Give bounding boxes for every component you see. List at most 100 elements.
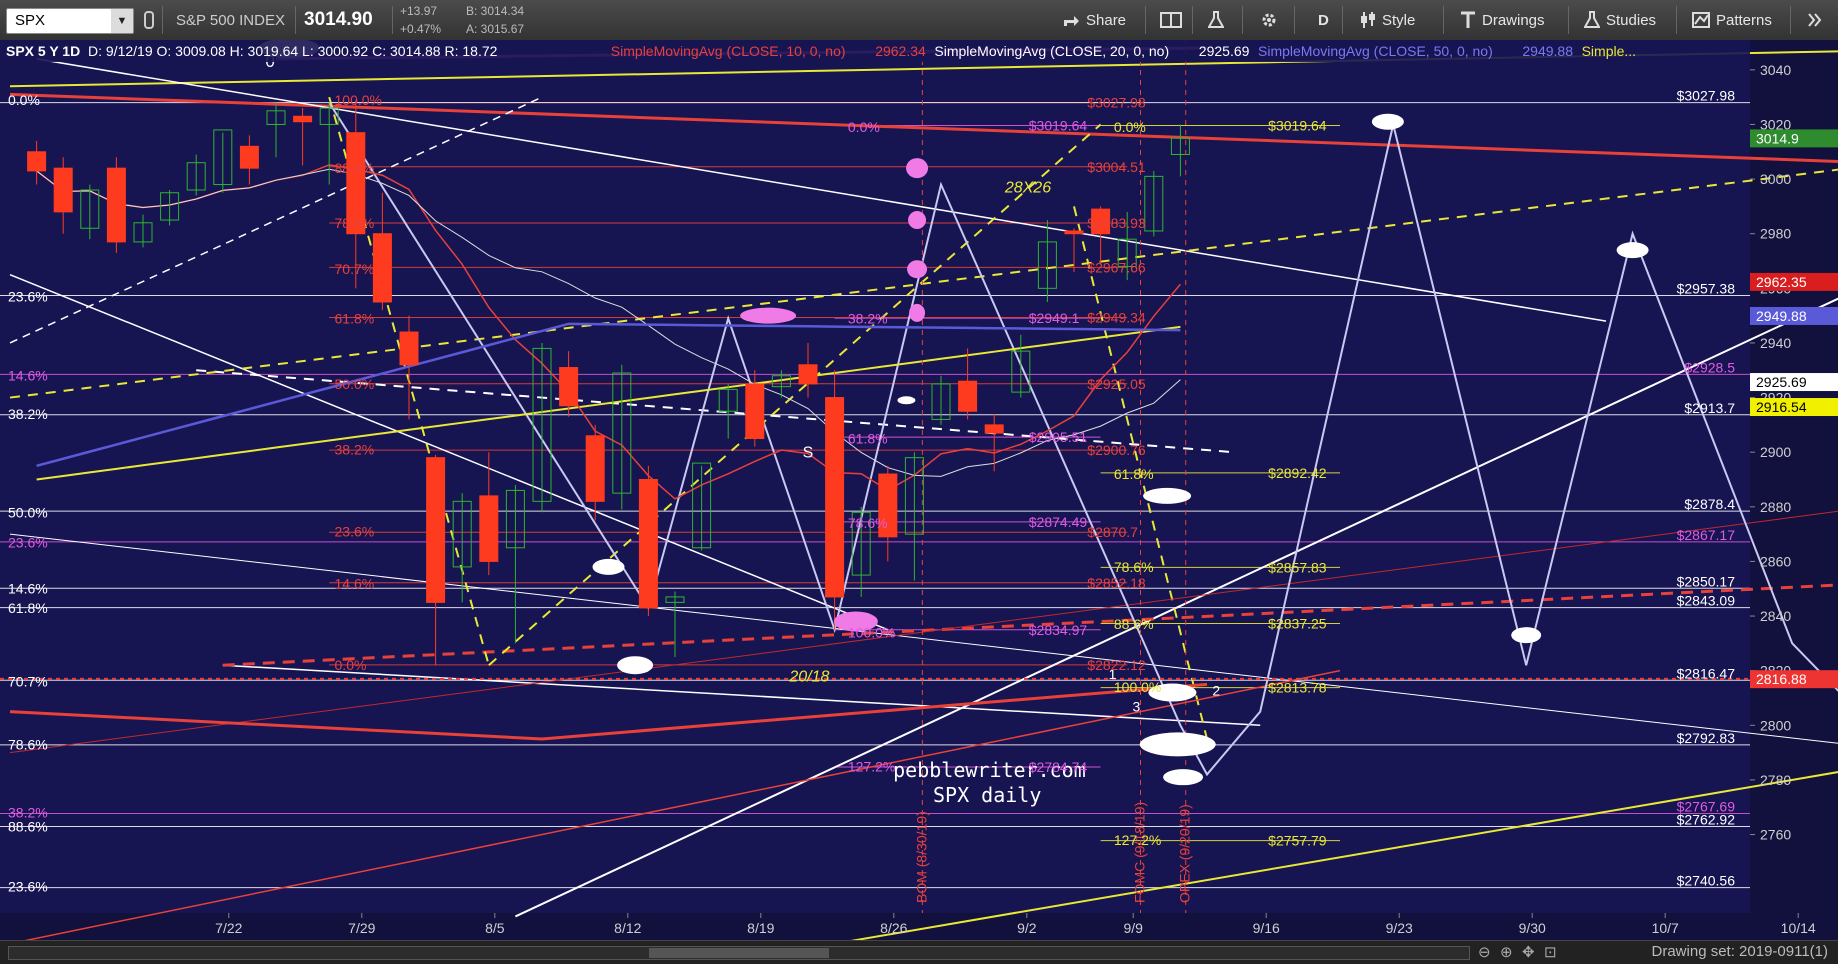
- marker-ellipse: [1371, 113, 1404, 130]
- pan-icon[interactable]: ✥: [1522, 943, 1535, 961]
- toolbar: SPX ▼ S&P 500 INDEX 3014.90 +13.97 +0.47…: [0, 0, 1838, 41]
- scroll-thumb[interactable]: [649, 948, 829, 958]
- legend-sma10: SimpleMovingAvg (CLOSE, 10, 0, no): [611, 43, 846, 59]
- marker-ellipse: [617, 656, 654, 675]
- candle-down: [1064, 230, 1084, 235]
- time-tick-label: 7/22: [215, 920, 242, 936]
- right-level-label: $2843.09: [1677, 593, 1736, 609]
- flask-icon: [1208, 11, 1224, 28]
- studies-label: Studies: [1606, 11, 1657, 29]
- candle-down: [745, 383, 765, 440]
- fib-level-label: $3019.64: [1268, 117, 1327, 133]
- price-tick-label: 2860: [1760, 553, 1791, 569]
- marker-ellipse: [906, 158, 929, 179]
- fib-pct-label: 127.2%: [1114, 832, 1161, 848]
- instrument-name: S&P 500 INDEX: [176, 11, 285, 29]
- fib-level-label: $2784.74: [1029, 759, 1088, 775]
- drawings-button[interactable]: Drawings: [1450, 0, 1555, 40]
- left-pct-label: 23.6%: [8, 534, 48, 550]
- event-label-bom: BOM (8/30/19): [913, 811, 929, 903]
- share-button[interactable]: Share: [1052, 0, 1136, 40]
- fib-level-label: $2949.1: [1029, 310, 1080, 326]
- fib-pct-label: 78.6%: [335, 215, 375, 231]
- chart-area[interactable]: BOM (8/30/19) FOMC (9/18/19) OPEX (9/20/19…: [0, 40, 1838, 946]
- period-button[interactable]: D: [1308, 0, 1339, 40]
- net-change: +13.97: [400, 4, 438, 18]
- zoom-out-icon[interactable]: ⊖: [1478, 943, 1491, 961]
- gear-icon: [1262, 13, 1276, 27]
- price-tick-label: 2940: [1760, 335, 1791, 351]
- studies-button[interactable]: Studies: [1574, 0, 1666, 40]
- marker-ellipse: [740, 307, 797, 324]
- flask-button[interactable]: [1198, 0, 1240, 40]
- fib-level-label: $2900.76: [1087, 442, 1146, 458]
- candle-down: [399, 331, 419, 366]
- marker-ellipse: [592, 558, 625, 575]
- event-label-fomc: FOMC (9/18/19): [1132, 802, 1148, 903]
- legend-sma20: SimpleMovingAvg (CLOSE, 20, 0, no): [934, 43, 1169, 59]
- bid-price: B: 3014.34: [466, 4, 525, 18]
- candle-down: [27, 151, 47, 172]
- price-tick-label: 3040: [1760, 62, 1791, 78]
- marker-ellipse: [1511, 627, 1542, 644]
- settings-button[interactable]: [1250, 0, 1294, 40]
- legend-sma20-value: 2925.69: [1199, 43, 1250, 59]
- legend-ohlc: D: 9/12/19 O: 3009.08 H: 3019.64 L: 3000…: [88, 43, 498, 59]
- fib-level-label: $3004.51: [1087, 159, 1146, 175]
- fib-pct-label: 78.6%: [848, 515, 888, 531]
- left-pct-label: 23.6%: [8, 289, 48, 305]
- right-level-label: $2867.17: [1677, 527, 1736, 543]
- patterns-label: Patterns: [1716, 11, 1772, 29]
- fib-level-label: $3027.98: [1087, 95, 1146, 111]
- ask-price: A: 3015.67: [466, 22, 525, 36]
- grid-layout-button[interactable]: [1150, 0, 1198, 40]
- link-icon[interactable]: [142, 0, 156, 40]
- style-button[interactable]: Style: [1350, 0, 1425, 40]
- collapse-button[interactable]: [1796, 0, 1838, 40]
- legend-sma10-value: 2962.34: [875, 43, 926, 59]
- event-label-opex: OPEX (9/20/19): [1177, 804, 1193, 903]
- annotation-3: 3: [1133, 699, 1141, 715]
- marker-ellipse: [909, 303, 926, 322]
- last-price: 3014.90: [304, 9, 373, 30]
- fib-pct-label: 38.2%: [848, 310, 888, 326]
- annotation-ratio-mid: 28X26: [1004, 180, 1051, 197]
- left-pct-label: 70.7%: [8, 674, 48, 690]
- left-pct-label: 50.0%: [8, 504, 48, 520]
- symbol-text: SPX: [15, 12, 46, 29]
- price-tick-label: 2800: [1760, 717, 1791, 733]
- right-level-label: $2957.38: [1677, 280, 1736, 296]
- fib-pct-label: 14.6%: [335, 575, 375, 591]
- fit-icon[interactable]: ⊡: [1544, 943, 1557, 961]
- patterns-button[interactable]: Patterns: [1682, 0, 1782, 40]
- time-tick-label: 10/7: [1652, 920, 1679, 936]
- chevron-down-icon[interactable]: ▼: [111, 9, 133, 33]
- left-pct-label: 14.6%: [8, 581, 48, 597]
- fib-level-label: $2967.66: [1087, 259, 1146, 275]
- price-chart[interactable]: BOM (8/30/19) FOMC (9/18/19) OPEX (9/20/19…: [0, 40, 1838, 946]
- time-tick-label: 9/30: [1519, 920, 1546, 936]
- candle-down: [585, 435, 605, 502]
- fib-level-label: $2813.78: [1268, 680, 1327, 696]
- fib-pct-label: 61.8%: [848, 431, 888, 447]
- legend-sma50: SimpleMovingAvg (CLOSE, 50, 0, no): [1258, 43, 1493, 59]
- candles-icon: [1361, 12, 1375, 28]
- left-pct-label: 38.2%: [8, 406, 48, 422]
- status-bar: ⊖ ⊕ ✥ ⊡ Drawing set: 2019-0911(1): [0, 940, 1838, 964]
- horizontal-scrollbar[interactable]: [8, 946, 1470, 960]
- zoom-in-icon[interactable]: ⊕: [1500, 943, 1513, 961]
- candle-down: [958, 380, 978, 412]
- fib-level-label: $2874.49: [1029, 514, 1088, 530]
- fib-pct-label: 23.6%: [335, 523, 375, 539]
- fib-pct-label: 0.0%: [1114, 119, 1146, 135]
- marker-ellipse: [897, 396, 916, 405]
- pct-change: +0.47%: [400, 22, 442, 36]
- drawings-label: Drawings: [1482, 11, 1545, 29]
- symbol-input[interactable]: SPX ▼: [6, 8, 134, 34]
- time-tick-label: 8/26: [880, 920, 907, 936]
- fib-pct-label: 78.6%: [1114, 559, 1154, 575]
- watermark-line2: SPX daily: [933, 783, 1041, 807]
- fib-level-label: $2892.42: [1268, 465, 1327, 481]
- style-label: Style: [1382, 11, 1416, 29]
- left-pct-label: 14.6%: [8, 368, 48, 384]
